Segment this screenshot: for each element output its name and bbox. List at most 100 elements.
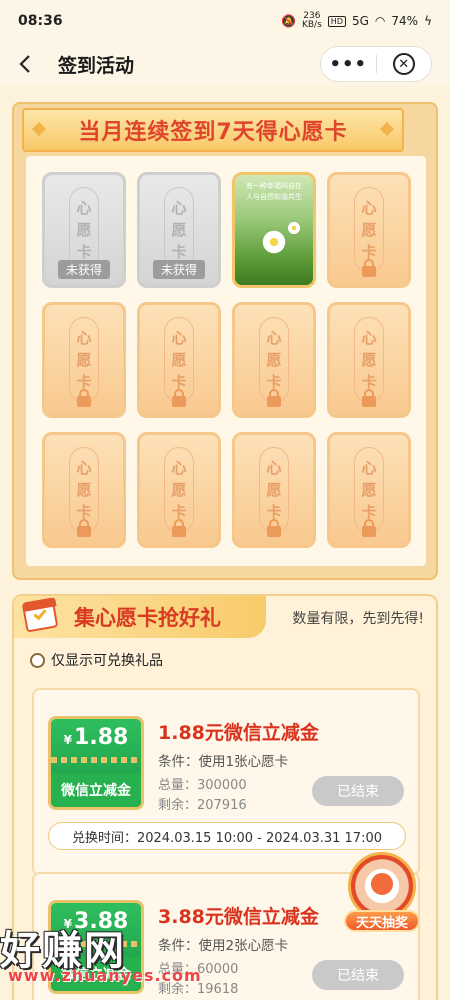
battery-level: 74% (391, 14, 419, 28)
chip-amount: ¥1.88 (51, 725, 141, 750)
hd-icon: HD (327, 15, 346, 27)
lottery-label: 天天抽奖 (344, 910, 420, 932)
filter-label: 仅显示可兑换礼品 (51, 653, 163, 669)
wifi-icon: ◠ (374, 14, 386, 28)
total-value: 60000 (197, 962, 239, 977)
wish-card-char: 愿 (266, 351, 282, 369)
chevron-left-icon (19, 55, 30, 73)
signin-banner: 当月连续签到7天得心愿卡 (22, 108, 404, 152)
wish-card-char: 心 (171, 199, 187, 217)
nav-bar: 签到活动 ••• ✕ (0, 42, 450, 86)
chip-currency: ¥ (63, 733, 73, 747)
gift-total: 总量：300000 (158, 774, 247, 793)
wish-card[interactable]: 心愿卡 (42, 432, 126, 548)
lock-icon (267, 519, 281, 537)
signin-banner-text: 当月连续签到7天得心愿卡 (78, 120, 348, 145)
card-photo-caption: 有一种幸福叫自在 人与自然和谐共生 (246, 182, 302, 201)
close-button[interactable]: ✕ (376, 53, 431, 75)
more-button[interactable]: ••• (321, 54, 376, 75)
wish-card-char: 心 (361, 329, 377, 347)
wish-card-char: 心 (361, 459, 377, 477)
wish-card[interactable]: 心愿卡 (232, 432, 316, 548)
wish-card-char: 心 (266, 329, 282, 347)
charging-icon: ϟ (424, 14, 432, 28)
lock-icon (77, 389, 91, 407)
wish-card-char: 愿 (76, 221, 92, 239)
card-grid: 心愿卡未获得心愿卡未获得 有一种幸福叫自在 人与自然和谐共生心愿卡心愿卡心愿卡心愿… (26, 156, 426, 566)
remain-value: 19618 (197, 982, 239, 997)
gifts-note: 数量有限，先到先得! (292, 611, 424, 627)
watermark-url: www.zhuanyes.com (8, 966, 202, 985)
total-value: 300000 (197, 778, 247, 793)
lock-icon (77, 519, 91, 537)
radio-icon[interactable] (30, 652, 45, 668)
wish-card-char: 心 (76, 199, 92, 217)
lock-icon (172, 389, 186, 407)
not-obtained-tag: 未获得 (152, 260, 206, 279)
wish-card-char: 愿 (171, 221, 187, 239)
wish-card-char: 愿 (76, 481, 92, 499)
banner-ornament-left (31, 121, 47, 137)
wish-card[interactable]: 心愿卡 (42, 302, 126, 418)
miniapp-capsule: ••• ✕ (320, 46, 432, 82)
chip-label: 微信立减金 (51, 773, 141, 807)
remain-label: 剩余： (158, 798, 198, 813)
gift-name: 3.88元微信立减金 (158, 906, 319, 928)
wish-card-char: 心 (361, 199, 377, 217)
chip-stripe (51, 757, 141, 763)
wish-card-char: 心 (76, 459, 92, 477)
lock-icon (362, 389, 376, 407)
redeemable-filter[interactable]: 仅显示可兑换礼品 (30, 650, 163, 670)
wish-card[interactable]: 心愿卡 (137, 432, 221, 548)
lock-icon (362, 519, 376, 537)
wish-card[interactable]: 心愿卡 (327, 302, 411, 418)
page-title: 签到活动 (58, 54, 135, 77)
calendar-icon (20, 594, 62, 636)
wish-card-char: 愿 (171, 351, 187, 369)
ended-button[interactable]: 已结束 (312, 960, 404, 990)
gift-card: ¥1.88 微信立减金 1.88元微信立减金 条件：使用1张心愿卡 总量：300… (32, 688, 420, 876)
gift-condition: 条件：使用2张心愿卡 (158, 938, 289, 954)
net-speed-unit: KB/s (301, 20, 322, 30)
wish-card-char: 愿 (171, 481, 187, 499)
status-icons: 🔕 236 KB/s HD 5G ◠ 74% ϟ (281, 12, 432, 30)
wish-card[interactable]: 心愿卡 (327, 432, 411, 548)
ended-button[interactable]: 已结束 (312, 776, 404, 806)
lock-icon (362, 259, 376, 277)
gift-condition: 条件：使用1张心愿卡 (158, 754, 289, 770)
mute-icon: 🔕 (281, 14, 296, 28)
wish-card-char: 心 (171, 459, 187, 477)
back-button[interactable] (0, 42, 50, 86)
gifts-title: 集心愿卡抢好礼 (74, 606, 221, 630)
wish-card[interactable]: 有一种幸福叫自在 人与自然和谐共生 (232, 172, 316, 288)
status-bar: 08:36 🔕 236 KB/s HD 5G ◠ 74% ϟ (0, 0, 450, 42)
lock-icon (172, 519, 186, 537)
wish-card-char: 心 (76, 329, 92, 347)
wish-card[interactable]: 心愿卡 (137, 302, 221, 418)
wechat-voucher-chip: ¥1.88 微信立减金 (48, 716, 144, 810)
wish-card-char: 愿 (361, 481, 377, 499)
signal-icon: 5G (351, 14, 369, 28)
net-speed: 236 KB/s (302, 12, 322, 30)
wish-card[interactable]: 心愿卡 (327, 172, 411, 288)
not-obtained-tag: 未获得 (57, 260, 111, 279)
close-icon: ✕ (392, 53, 415, 75)
wish-card-char: 愿 (361, 351, 377, 369)
wish-card[interactable]: 心愿卡未获得 (42, 172, 126, 288)
daily-lottery-button[interactable]: 天天抽奖 (340, 850, 424, 934)
total-label: 总量： (158, 778, 198, 793)
daisy-flower (287, 221, 301, 235)
gift-name: 1.88元微信立减金 (158, 722, 319, 744)
lock-icon (267, 389, 281, 407)
wish-card-char: 愿 (266, 481, 282, 499)
wish-card[interactable]: 心愿卡未获得 (137, 172, 221, 288)
gift-remain: 剩余：207916 (158, 794, 247, 813)
chip-amount-value: 1.88 (74, 725, 129, 750)
wish-card-char: 愿 (76, 351, 92, 369)
lottery-wheel-center (368, 870, 396, 898)
wish-card-char: 心 (171, 329, 187, 347)
banner-ornament-right (379, 121, 395, 137)
wish-card[interactable]: 心愿卡 (232, 302, 316, 418)
remain-value: 207916 (197, 798, 247, 813)
daisy-flower (261, 229, 287, 255)
